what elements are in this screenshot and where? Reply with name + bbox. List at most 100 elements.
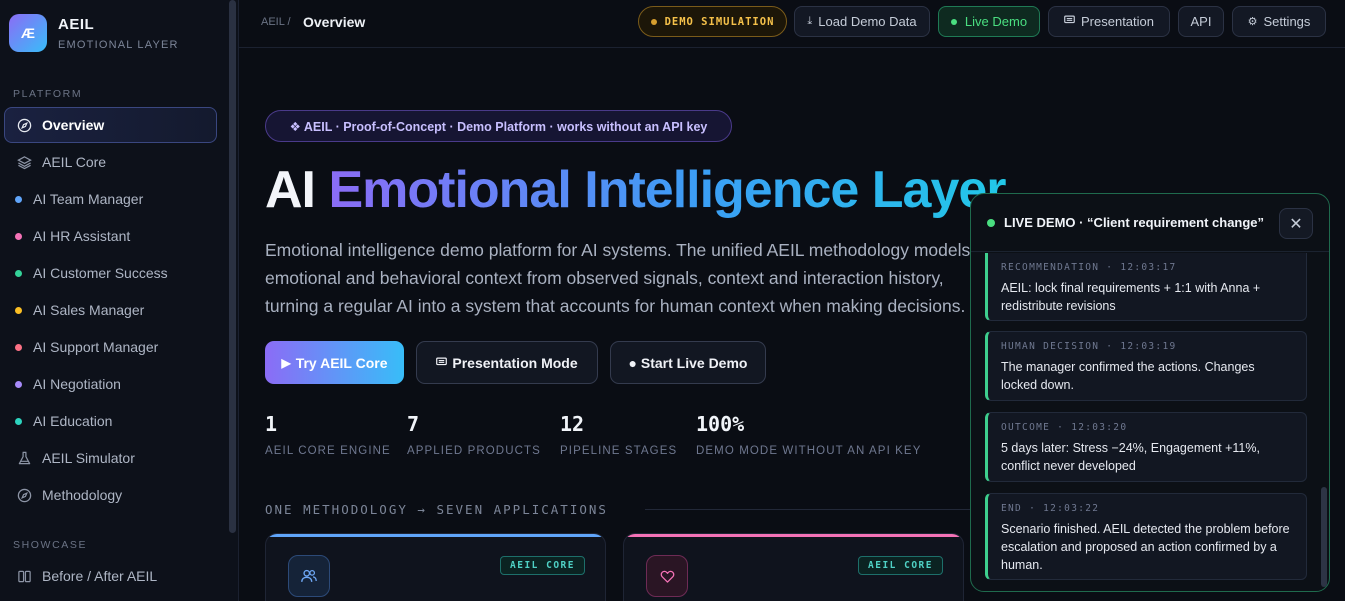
sidebar-item-label: Methodology <box>42 487 123 503</box>
sidebar-item-ai-support-manager[interactable]: AI Support Manager <box>4 329 217 365</box>
sidebar-item-ai-customer-success[interactable]: AI Customer Success <box>4 255 217 291</box>
hero-description-line: emotional and behavioral context from ob… <box>265 268 944 288</box>
page-title: Overview <box>303 14 366 30</box>
monitor-icon <box>436 356 448 370</box>
settings-button[interactable]: ⚙ Settings <box>1232 6 1326 37</box>
stat-core-engine: 1 AEIL CORE ENGINE <box>265 412 391 457</box>
stat-pipeline-stages: 12 PIPELINE STAGES <box>560 412 677 457</box>
heart-icon <box>646 555 688 597</box>
presentation-label: Presentation <box>1081 14 1154 29</box>
compass-icon <box>16 487 32 503</box>
event-recommendation: RECOMMENDATION · 12:03:17 AEIL: lock fin… <box>985 253 1307 321</box>
stat-applied-products: 7 APPLIED PRODUCTS <box>407 412 541 457</box>
event-meta: OUTCOME · 12:03:20 <box>1001 422 1128 433</box>
columns-icon <box>16 568 32 584</box>
sidebar-item-ai-sales-manager[interactable]: AI Sales Manager <box>4 292 217 328</box>
monitor-icon <box>1064 15 1075 28</box>
product-card-team-manager[interactable]: AEIL CORE <box>265 533 606 601</box>
product-card-hr-assistant[interactable]: AEIL CORE <box>623 533 964 601</box>
hero-description: Emotional intelligence demo platform for… <box>265 236 995 320</box>
start-live-demo-button[interactable]: ● Start Live Demo <box>610 341 766 384</box>
breadcrumb-root[interactable]: AEIL / <box>261 16 291 28</box>
stat-demo-mode: 100% DEMO MODE WITHOUT AN API KEY <box>696 412 921 457</box>
brand-name: AEIL <box>58 15 95 33</box>
color-dot <box>15 232 22 240</box>
live-demo-label: Live Demo <box>964 14 1028 29</box>
layers-icon <box>16 154 32 170</box>
event-text: AEIL: lock final requirements + 1:1 with… <box>1001 281 1261 313</box>
sidebar-item-ai-hr-assistant[interactable]: AI HR Assistant <box>4 218 217 254</box>
presentation-mode-button[interactable]: Presentation Mode <box>416 341 598 384</box>
event-end: END · 12:03:22 Scenario finished. AEIL d… <box>985 493 1307 580</box>
event-meta: RECOMMENDATION · 12:03:17 <box>1001 262 1177 273</box>
color-dot <box>15 343 22 351</box>
scrollbar-thumb[interactable] <box>1321 487 1327 587</box>
status-dot <box>650 18 657 25</box>
card-accent-line <box>624 534 963 537</box>
presentation-button[interactable]: Presentation <box>1048 6 1170 37</box>
event-outcome: OUTCOME · 12:03:20 5 days later: Stress … <box>985 412 1307 482</box>
live-demo-panel-title: LIVE DEMO · “Client requirement change” <box>1004 215 1265 230</box>
sidebar-item-label: AEIL Simulator <box>42 450 135 466</box>
sidebar-item-label: AI Team Manager <box>33 191 144 207</box>
color-dot <box>15 306 22 314</box>
stat-value: 7 <box>407 412 420 436</box>
color-dot <box>15 269 22 277</box>
stat-label: AEIL CORE ENGINE <box>265 445 391 457</box>
try-aeil-core-label: Try AEIL Core <box>295 354 388 371</box>
live-dot <box>950 18 957 25</box>
sidebar-item-label: Overview <box>42 117 105 133</box>
brand-subtitle: EMOTIONAL LAYER <box>58 38 179 51</box>
compass-icon <box>16 117 32 133</box>
live-status-dot <box>987 219 995 227</box>
sidebar-item-ai-education[interactable]: AI Education <box>4 403 217 439</box>
sidebar-item-aeil-simulator[interactable]: AEIL Simulator <box>4 440 217 476</box>
sidebar-item-aeil-core[interactable]: AEIL Core <box>4 144 217 180</box>
sidebar-item-label: AI Support Manager <box>33 339 159 355</box>
gear-icon: ⚙ <box>1247 16 1258 28</box>
demo-simulation-label: DEMO SIMULATION <box>664 15 775 28</box>
live-demo-button[interactable]: Live Demo <box>938 6 1040 37</box>
stat-label: PIPELINE STAGES <box>560 445 678 457</box>
topbar: AEIL / Overview DEMO SIMULATION ⤓ Load D… <box>239 0 1345 48</box>
color-dot <box>15 195 22 203</box>
sidebar-item-methodology[interactable]: Methodology <box>4 477 217 513</box>
section-divider <box>645 509 975 510</box>
sidebar-scrollbar[interactable] <box>229 0 236 533</box>
hero-description-line: turning a regular AI into a system that … <box>265 296 966 316</box>
event-meta: HUMAN DECISION · 12:03:19 <box>1001 341 1177 352</box>
live-demo-panel: LIVE DEMO · “Client requirement change” … <box>970 193 1330 592</box>
sidebar-item-ai-team-manager[interactable]: AI Team Manager <box>4 181 217 217</box>
stat-label: DEMO MODE WITHOUT AN API KEY <box>696 445 922 457</box>
api-button[interactable]: API <box>1178 6 1224 37</box>
live-demo-panel-header: LIVE DEMO · “Client requirement change” … <box>971 194 1329 252</box>
card-tag: AEIL CORE <box>858 556 943 575</box>
sidebar-item-ai-negotiation[interactable]: AI Negotiation <box>4 366 217 402</box>
event-text: 5 days later: Stress −24%, Engagement +1… <box>1001 441 1260 473</box>
download-icon: ⤓ <box>807 15 813 27</box>
sidebar-item-overview[interactable]: Overview <box>4 107 217 143</box>
close-button[interactable]: ✕ <box>1279 208 1313 239</box>
stat-value: 1 <box>265 412 278 436</box>
sidebar-item-before-after[interactable]: Before / After AEIL <box>4 558 217 594</box>
api-label: API <box>1190 14 1212 29</box>
demo-simulation-badge: DEMO SIMULATION <box>638 6 787 37</box>
live-demo-panel-scrollbar[interactable] <box>1321 254 1327 588</box>
try-aeil-core-button[interactable]: ▶ Try AEIL Core <box>265 341 404 384</box>
card-tag: AEIL CORE <box>500 556 585 575</box>
hero-title: AI Emotional Intelligence Layer <box>265 160 1007 220</box>
flask-icon <box>16 450 32 466</box>
start-live-demo-label: ● Start Live Demo <box>628 354 748 371</box>
card-accent-line <box>266 534 605 537</box>
section-label-showcase: SHOWCASE <box>13 539 88 551</box>
section-heading: ONE METHODOLOGY → SEVEN APPLICATIONS <box>265 502 608 517</box>
color-dot <box>15 417 22 425</box>
brand[interactable]: Æ AEIL EMOTIONAL LAYER <box>9 14 179 52</box>
sidebar: Æ AEIL EMOTIONAL LAYER PLATFORM Overview… <box>0 0 239 601</box>
event-text: Scenario finished. AEIL detected the pro… <box>1001 522 1290 572</box>
sidebar-item-label: AEIL Core <box>42 154 107 170</box>
sidebar-item-label: AI HR Assistant <box>33 228 131 244</box>
section-label-platform: PLATFORM <box>13 88 83 100</box>
brand-logo: Æ <box>9 14 47 52</box>
load-demo-data-button[interactable]: ⤓ Load Demo Data <box>794 6 930 37</box>
